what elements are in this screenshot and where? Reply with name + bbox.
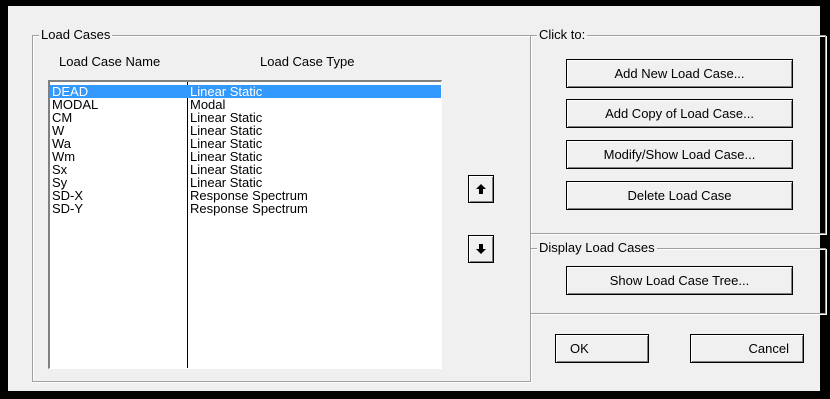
cancel-button[interactable]: Cancel	[690, 334, 804, 363]
add-copy-load-case-button[interactable]: Add Copy of Load Case...	[566, 99, 793, 128]
ok-button-label: OK	[570, 341, 589, 356]
load-cases-dialog: Load Cases Load Case Name Load Case Type…	[8, 6, 826, 391]
column-header-type: Load Case Type	[260, 54, 355, 69]
display-load-cases-group: Display Load Cases Show Load Case Tree..…	[530, 240, 826, 314]
arrow-down-icon	[475, 243, 487, 255]
arrow-up-icon	[475, 183, 487, 195]
move-up-button[interactable]	[468, 175, 494, 203]
load-case-type: Response Spectrum	[190, 201, 308, 216]
modify-show-load-case-button[interactable]: Modify/Show Load Case...	[566, 140, 793, 169]
load-case-name: SD-Y	[52, 201, 84, 216]
add-new-load-case-button[interactable]: Add New Load Case...	[566, 59, 793, 88]
load-case-list[interactable]: DEAD Linear Static MODAL Modal CM Linear Stat…	[48, 80, 442, 369]
show-load-case-tree-button[interactable]: Show Load Case Tree...	[566, 266, 793, 295]
ok-button[interactable]: OK	[555, 334, 649, 363]
click-to-group-title: Click to:	[537, 27, 588, 43]
delete-load-case-button[interactable]: Delete Load Case	[566, 181, 793, 210]
move-down-button[interactable]	[468, 235, 494, 263]
display-load-cases-group-title: Display Load Cases	[537, 240, 657, 256]
load-cases-group: Load Cases Load Case Name Load Case Type…	[32, 27, 531, 382]
load-case-row[interactable]: DEAD Linear Static	[50, 85, 441, 98]
load-cases-group-title: Load Cases	[39, 27, 113, 43]
load-case-row[interactable]: SD-Y Response Spectrum	[50, 202, 441, 215]
column-header-name: Load Case Name	[59, 54, 161, 69]
click-to-group: Click to: Add New Load Case... Add Copy …	[530, 27, 826, 234]
